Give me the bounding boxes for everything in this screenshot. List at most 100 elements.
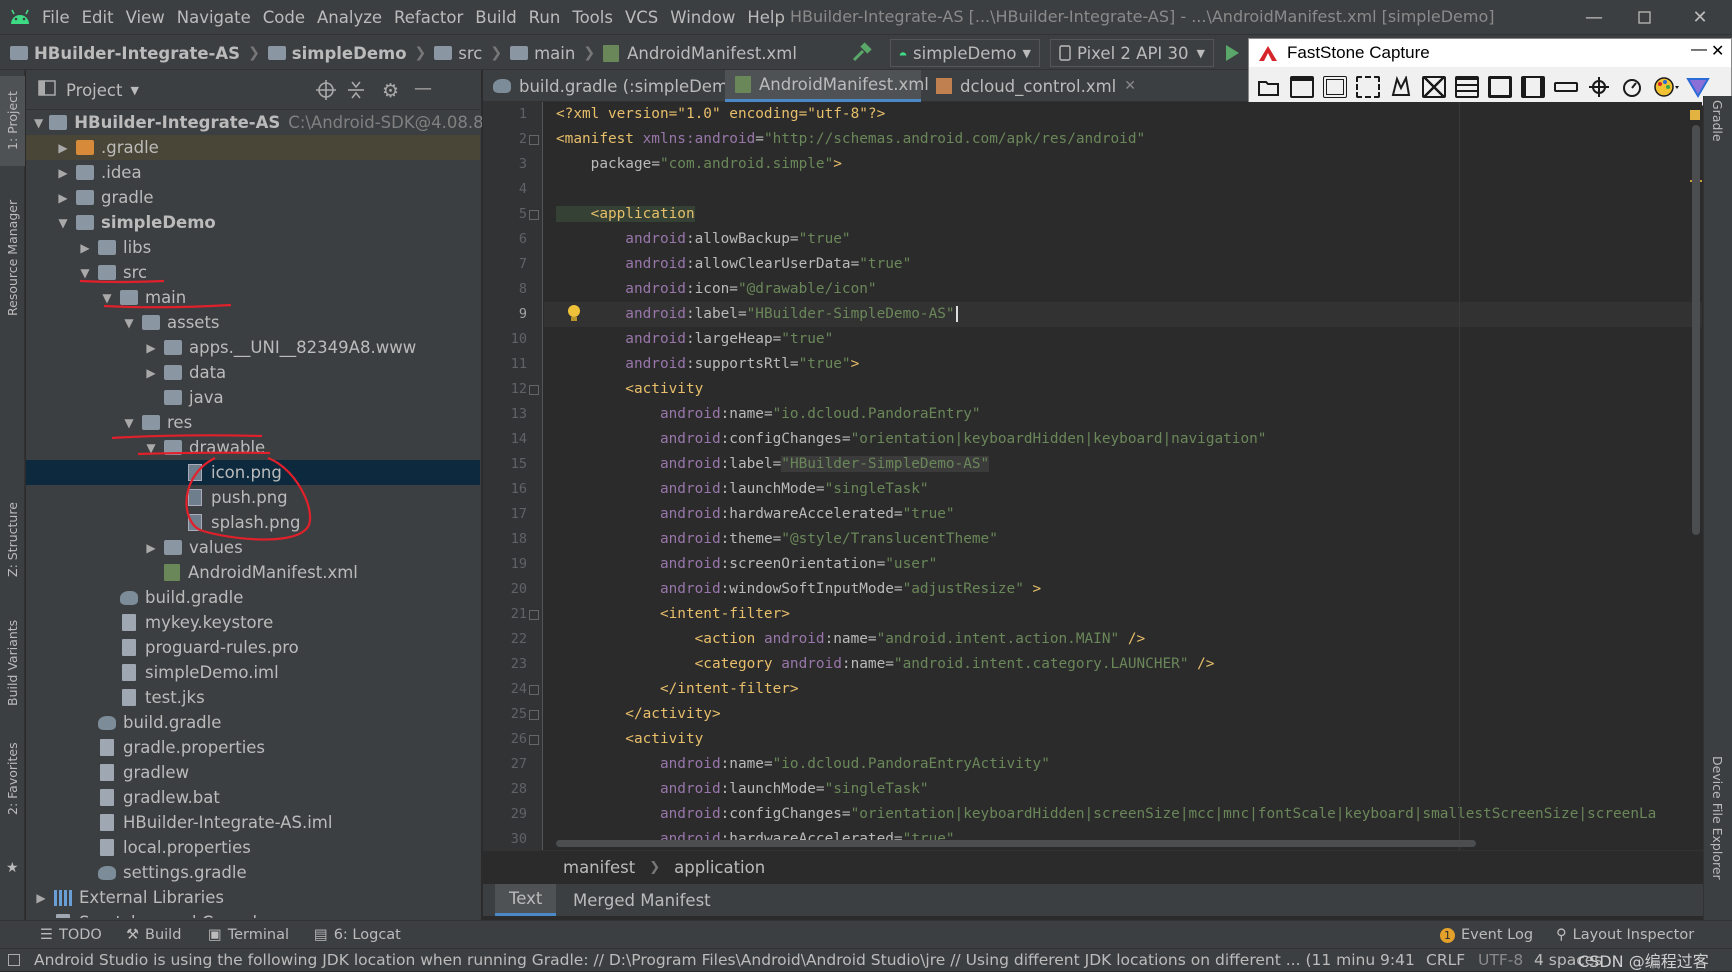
collapsed-arrow-icon[interactable]: ▶	[56, 191, 70, 205]
code-line[interactable]: </intent-filter>	[544, 677, 1702, 702]
tree-item[interactable]: push.png	[26, 485, 480, 510]
code-line[interactable]: <category android:name="android.intent.c…	[544, 652, 1702, 677]
menu-item-refactor[interactable]: Refactor	[394, 8, 463, 27]
fold-marker-icon[interactable]	[529, 685, 539, 695]
menu-item-analyze[interactable]: Analyze	[317, 8, 382, 27]
tree-item[interactable]: local.properties	[26, 835, 480, 860]
code-line[interactable]: <activity	[544, 377, 1702, 402]
expanded-arrow-icon[interactable]: ▼	[122, 316, 136, 330]
code-line[interactable]: <activity	[544, 727, 1702, 752]
locate-file-icon[interactable]	[316, 80, 336, 100]
tree-item[interactable]: settings.gradle	[26, 860, 480, 885]
collapsed-arrow-icon[interactable]: ▶	[144, 366, 158, 380]
caret-position[interactable]: 9:41	[1380, 951, 1415, 969]
settings-logo-icon[interactable]	[1686, 76, 1710, 98]
code-editor[interactable]: <?xml version="1.0" encoding="utf-8"?> <m…	[544, 102, 1702, 850]
capture-object-icon[interactable]	[1323, 76, 1347, 98]
build-button[interactable]: ⚒ Build	[126, 921, 181, 949]
tab-build-gradle[interactable]: build.gradle (:simpleDemo) ✕	[483, 70, 764, 102]
collapsed-arrow-icon[interactable]: ▶	[144, 541, 158, 555]
tab-resource-manager[interactable]: Resource Manager	[0, 185, 25, 330]
fold-marker-icon[interactable]	[529, 385, 539, 395]
menu-item-file[interactable]: File	[42, 8, 70, 27]
minimize-icon[interactable]: —	[1570, 0, 1618, 34]
fold-marker-icon[interactable]	[529, 710, 539, 720]
gear-icon[interactable]: ⚙	[382, 80, 399, 102]
tree-item[interactable]: ▶ .idea	[26, 160, 480, 185]
tree-item[interactable]: ▼ HBuilder-Integrate-AS C:\Android-SDK@4.0…	[26, 110, 482, 135]
tree-item[interactable]: build.gradle	[26, 585, 480, 610]
code-line[interactable]: <?xml version="1.0" encoding="utf-8"?>	[544, 102, 1702, 127]
menu-item-edit[interactable]: Edit	[82, 8, 114, 27]
menu-item-help[interactable]: Help	[747, 8, 785, 27]
code-line[interactable]: android:supportsRtl="true">	[544, 352, 1702, 377]
collapsed-arrow-icon[interactable]: ▶	[56, 166, 70, 180]
expanded-arrow-icon[interactable]: ▼	[78, 266, 92, 280]
menu-item-run[interactable]: Run	[529, 8, 561, 27]
code-line[interactable]: android:launchMode="singleTask"	[544, 477, 1702, 502]
tree-item[interactable]: gradlew.bat	[26, 785, 480, 810]
tree-item[interactable]: test.jks	[26, 685, 480, 710]
horizontal-scrollbar[interactable]	[556, 840, 1476, 847]
collapsed-arrow-icon[interactable]: ▶	[56, 141, 70, 155]
expanded-arrow-icon[interactable]: ▼	[56, 216, 70, 230]
code-line[interactable]: <intent-filter>	[544, 602, 1702, 627]
code-line[interactable]: android:icon="@drawable/icon"	[544, 277, 1702, 302]
tab-dcloud-control[interactable]: dcloud_control.xml ✕	[926, 70, 1136, 102]
tab-favorites[interactable]: 2: Favorites	[0, 730, 25, 828]
tree-item[interactable]: gradlew	[26, 760, 480, 785]
tree-item[interactable]: ▶ External Libraries	[26, 885, 480, 910]
device-select[interactable]: Pixel 2 API 30 ▼	[1050, 39, 1214, 67]
project-view-select[interactable]: Project ▼	[66, 70, 139, 110]
tree-item[interactable]: ▼ assets	[26, 310, 480, 335]
tree-item[interactable]: icon.png	[26, 460, 480, 485]
capture-fixed-region-icon[interactable]	[1488, 76, 1512, 98]
capture-fullscreen-icon[interactable]	[1422, 76, 1446, 98]
code-line[interactable]: android:windowSoftInputMode="adjustResiz…	[544, 577, 1702, 602]
code-line[interactable]: android:launchMode="singleTask"	[544, 777, 1702, 802]
tree-item[interactable]: ▼ simpleDemo	[26, 210, 480, 235]
tab-gradle[interactable]: Gradle	[1710, 100, 1725, 142]
vertical-scrollbar[interactable]	[1692, 125, 1700, 535]
menu-item-vcs[interactable]: VCS	[625, 8, 658, 27]
tree-item[interactable]: java	[26, 385, 480, 410]
crosshair-icon[interactable]	[1587, 76, 1611, 98]
tree-item[interactable]: mykey.keystore	[26, 610, 480, 635]
timer-icon[interactable]	[1620, 76, 1644, 98]
terminal-button[interactable]: ▣ Terminal	[208, 921, 289, 949]
capture-scrolling-icon[interactable]	[1455, 76, 1479, 98]
tree-item[interactable]: ▶ gradle	[26, 185, 480, 210]
layout-inspector-button[interactable]: ⚲ Layout Inspector	[1556, 921, 1694, 949]
event-log-button[interactable]: 1 Event Log	[1440, 921, 1533, 949]
fold-marker-icon[interactable]	[529, 735, 539, 745]
color-picker-icon[interactable]	[1653, 76, 1679, 98]
breadcrumb-file[interactable]: AndroidManifest.xml	[627, 44, 797, 63]
tree-item[interactable]: AndroidManifest.xml	[26, 560, 480, 585]
expanded-arrow-icon[interactable]: ▼	[144, 441, 158, 455]
crumb-manifest[interactable]: manifest	[563, 858, 635, 877]
run-config-select[interactable]: simpleDemo ▼	[890, 39, 1040, 67]
code-line[interactable]: android:configChanges="orientation|keybo…	[544, 802, 1702, 827]
crumb-application[interactable]: application	[674, 858, 765, 877]
open-folder-icon[interactable]	[1257, 76, 1281, 98]
code-line[interactable]: android:label="HBuilder-SimpleDemo-AS"	[544, 452, 1702, 477]
code-line[interactable]: android:allowClearUserData="true"	[544, 252, 1702, 277]
maximize-icon[interactable]	[1620, 0, 1668, 34]
breadcrumb-src[interactable]: src	[458, 44, 482, 63]
menu-item-window[interactable]: Window	[670, 8, 735, 27]
code-line[interactable]: android:largeHeap="true"	[544, 327, 1702, 352]
tree-item[interactable]: build.gradle	[26, 710, 480, 735]
code-line[interactable]: <action android:name="android.intent.act…	[544, 627, 1702, 652]
screen-recorder-icon[interactable]	[1521, 76, 1545, 98]
tab-text[interactable]: Text	[495, 884, 557, 916]
expanded-arrow-icon[interactable]: ▼	[122, 416, 136, 430]
capture-rectangle-icon[interactable]	[1356, 76, 1380, 98]
hide-panel-icon[interactable]: —	[414, 78, 432, 99]
code-line[interactable]: android:label="HBuilder-SimpleDemo-AS"	[544, 302, 1702, 327]
capture-window-icon[interactable]	[1290, 76, 1314, 98]
code-line[interactable]: </activity>	[544, 702, 1702, 727]
logcat-button[interactable]: ▤ 6: Logcat	[314, 921, 401, 949]
faststone-minimize-icon[interactable]: —	[1691, 41, 1707, 59]
code-line[interactable]	[544, 177, 1702, 202]
tree-item[interactable]: Scratches and Consoles	[26, 910, 480, 918]
